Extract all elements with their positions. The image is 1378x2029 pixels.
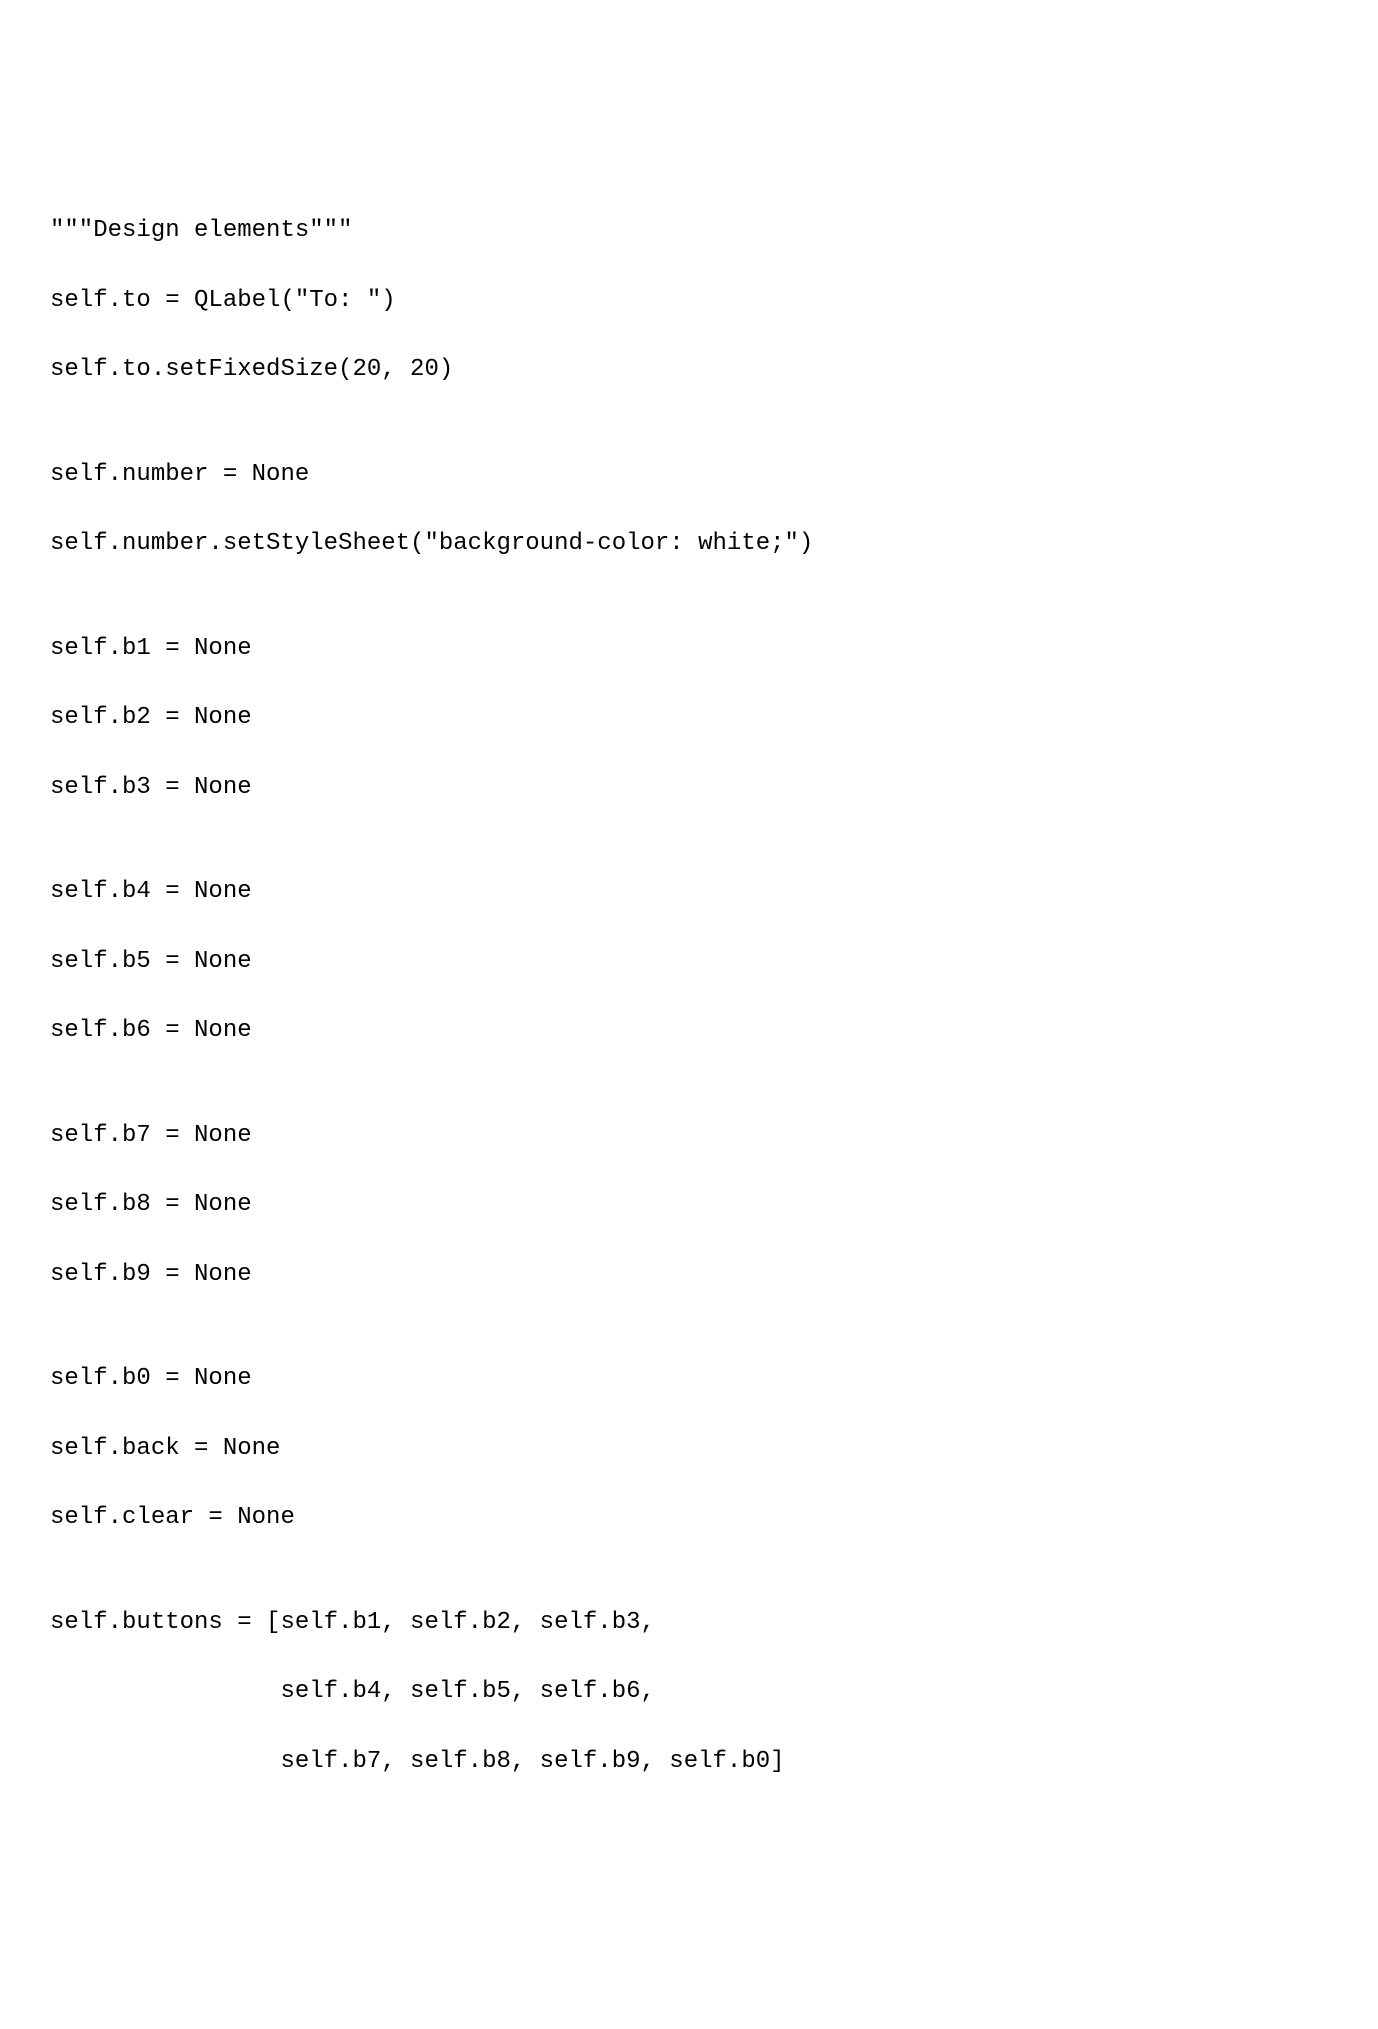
code-line: self.b7, self.b8, self.b9, self.b0] bbox=[50, 1745, 1328, 1780]
code-line: self.b4, self.b5, self.b6, bbox=[50, 1675, 1328, 1710]
code-line: self.b0 = None bbox=[50, 1362, 1328, 1397]
code-line: self.b6 = None bbox=[50, 1014, 1328, 1049]
code-line: self.b3 = None bbox=[50, 771, 1328, 806]
code-block: """Design elements""" self.to = QLabel("… bbox=[50, 179, 1328, 1814]
code-line: """Design elements""" bbox=[50, 214, 1328, 249]
code-line: self.back = None bbox=[50, 1432, 1328, 1467]
code-line: self.buttons = [self.b1, self.b2, self.b… bbox=[50, 1606, 1328, 1641]
code-line: self.b2 = None bbox=[50, 701, 1328, 736]
code-line: self.b1 = None bbox=[50, 632, 1328, 667]
code-line: self.b5 = None bbox=[50, 945, 1328, 980]
code-line: self.clear = None bbox=[50, 1501, 1328, 1536]
code-line: self.number = None bbox=[50, 458, 1328, 493]
code-line: self.b7 = None bbox=[50, 1119, 1328, 1154]
code-line: self.b8 = None bbox=[50, 1188, 1328, 1223]
code-line: self.to = QLabel("To: ") bbox=[50, 284, 1328, 319]
code-line: self.b9 = None bbox=[50, 1258, 1328, 1293]
code-line: self.number.setStyleSheet("background-co… bbox=[50, 527, 1328, 562]
code-line: self.to.setFixedSize(20, 20) bbox=[50, 353, 1328, 388]
code-line: self.b4 = None bbox=[50, 875, 1328, 910]
